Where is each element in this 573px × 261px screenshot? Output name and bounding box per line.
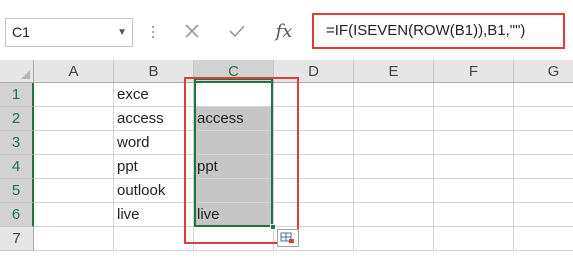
name-box-value: C1 xyxy=(12,24,30,40)
cell-d5[interactable] xyxy=(274,179,354,203)
cell-d2[interactable] xyxy=(274,107,354,131)
column-header-g[interactable]: G xyxy=(514,60,573,83)
cell-e4[interactable] xyxy=(354,155,434,179)
cell-a2[interactable] xyxy=(34,107,114,131)
column-header-b[interactable]: B xyxy=(114,60,194,83)
cell-b6[interactable]: live xyxy=(114,203,194,227)
cell-a1[interactable] xyxy=(34,83,114,107)
cell-c6[interactable]: live xyxy=(194,203,274,227)
check-icon xyxy=(229,25,245,38)
x-icon xyxy=(185,24,199,38)
cell-f3[interactable] xyxy=(434,131,514,155)
insert-function-button[interactable]: fx xyxy=(268,16,300,46)
row-header-1[interactable]: 1 xyxy=(0,83,34,107)
cell-f2[interactable] xyxy=(434,107,514,131)
column-header-c[interactable]: C xyxy=(194,60,274,83)
row-header-3[interactable]: 3 xyxy=(0,131,34,155)
fx-label: fx xyxy=(275,20,293,42)
cell-b5[interactable]: outlook xyxy=(114,179,194,203)
cell-a4[interactable] xyxy=(34,155,114,179)
cell-g3[interactable] xyxy=(514,131,573,155)
row-header-6[interactable]: 6 xyxy=(0,203,34,227)
cell-a3[interactable] xyxy=(34,131,114,155)
cell-b1[interactable]: exce xyxy=(114,83,194,107)
column-header-f[interactable]: F xyxy=(434,60,514,83)
cell-a7[interactable] xyxy=(34,227,114,251)
fill-handle[interactable] xyxy=(270,224,276,230)
cell-b7[interactable] xyxy=(114,227,194,251)
cell-c4[interactable]: ppt xyxy=(194,155,274,179)
cell-d3[interactable] xyxy=(274,131,354,155)
cell-e1[interactable] xyxy=(354,83,434,107)
cell-c7[interactable] xyxy=(194,227,274,251)
cell-f6[interactable] xyxy=(434,203,514,227)
cell-e7[interactable] xyxy=(354,227,434,251)
cell-b3[interactable]: word xyxy=(114,131,194,155)
cell-d6[interactable] xyxy=(274,203,354,227)
cell-c5[interactable] xyxy=(194,179,274,203)
chevron-down-icon[interactable]: ▼ xyxy=(117,19,127,46)
row-header-2[interactable]: 2 xyxy=(0,107,34,131)
select-all-button[interactable] xyxy=(0,60,34,83)
enter-button[interactable] xyxy=(219,16,255,46)
name-box[interactable]: C1 ▼ xyxy=(5,18,133,47)
row-header-5[interactable]: 5 xyxy=(0,179,34,203)
cell-a6[interactable] xyxy=(34,203,114,227)
cell-b4[interactable]: ppt xyxy=(114,155,194,179)
cell-e3[interactable] xyxy=(354,131,434,155)
formula-text: =IF(ISEVEN(ROW(B1)),B1,"") xyxy=(326,22,526,39)
formula-bar-grip[interactable] xyxy=(146,17,160,47)
quick-analysis-icon[interactable] xyxy=(277,229,299,247)
column-header-a[interactable]: A xyxy=(34,60,114,83)
cell-f1[interactable] xyxy=(434,83,514,107)
cell-c1[interactable] xyxy=(194,83,274,107)
row-header-7[interactable]: 7 xyxy=(0,227,34,251)
cell-f5[interactable] xyxy=(434,179,514,203)
column-header-e[interactable]: E xyxy=(354,60,434,83)
cell-d1[interactable] xyxy=(274,83,354,107)
cell-g6[interactable] xyxy=(514,203,573,227)
cancel-button[interactable] xyxy=(176,16,208,46)
cell-g4[interactable] xyxy=(514,155,573,179)
cell-g5[interactable] xyxy=(514,179,573,203)
cell-g2[interactable] xyxy=(514,107,573,131)
cell-d4[interactable] xyxy=(274,155,354,179)
cell-e2[interactable] xyxy=(354,107,434,131)
cell-g7[interactable] xyxy=(514,227,573,251)
cell-e6[interactable] xyxy=(354,203,434,227)
column-header-d[interactable]: D xyxy=(274,60,354,83)
cell-a5[interactable] xyxy=(34,179,114,203)
cell-c3[interactable] xyxy=(194,131,274,155)
cell-g1[interactable] xyxy=(514,83,573,107)
formula-bar-row: C1 ▼ fx =IF(ISEVEN(ROW(B1)),B1,"") xyxy=(0,0,573,56)
cell-c2[interactable]: access xyxy=(194,107,274,131)
cell-f4[interactable] xyxy=(434,155,514,179)
cell-e5[interactable] xyxy=(354,179,434,203)
cell-f7[interactable] xyxy=(434,227,514,251)
row-header-4[interactable]: 4 xyxy=(0,155,34,179)
table-icon xyxy=(280,232,294,243)
formula-input[interactable]: =IF(ISEVEN(ROW(B1)),B1,"") xyxy=(312,13,565,49)
cell-b2[interactable]: access xyxy=(114,107,194,131)
